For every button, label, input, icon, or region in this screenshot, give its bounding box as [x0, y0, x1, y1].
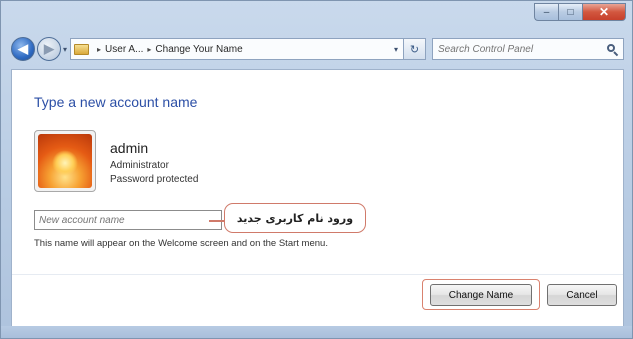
- control-panel-folder-icon: [74, 43, 90, 55]
- forward-button[interactable]: ▶: [37, 37, 61, 61]
- maximize-button[interactable]: □: [558, 3, 582, 21]
- search-box[interactable]: [432, 38, 624, 60]
- minimize-button[interactable]: –: [534, 3, 558, 21]
- caption-buttons: – □ ✕: [534, 3, 626, 25]
- window-bottom-border: [1, 326, 632, 338]
- back-arrow-icon: ◀: [18, 41, 28, 56]
- hint-text: This name will appear on the Welcome scr…: [34, 238, 328, 249]
- maximize-icon: □: [567, 6, 574, 18]
- user-role: Administrator: [110, 160, 169, 171]
- change-name-button[interactable]: Change Name: [430, 284, 532, 306]
- breadcrumb-user-accounts[interactable]: User A...: [105, 44, 143, 55]
- breadcrumb-separator[interactable]: ▸: [147, 45, 151, 54]
- divider: [12, 274, 623, 275]
- search-input[interactable]: [438, 43, 607, 55]
- close-icon: ✕: [598, 5, 610, 19]
- back-button[interactable]: ◀: [11, 37, 35, 61]
- window: – □ ✕ ◀ ▶ ▾ ▸ User A... ▸ Change Your Na…: [0, 0, 633, 339]
- user-password-status: Password protected: [110, 174, 199, 185]
- breadcrumb-separator[interactable]: ▸: [97, 45, 101, 54]
- breadcrumb-change-your-name[interactable]: Change Your Name: [155, 44, 242, 55]
- annotation-callout: ورود نام کاربری جدید: [224, 203, 366, 233]
- user-name: admin: [110, 140, 149, 156]
- address-bar[interactable]: ▸ User A... ▸ Change Your Name ▾: [70, 38, 405, 60]
- new-account-name-input[interactable]: [34, 210, 222, 230]
- address-dropdown[interactable]: ▾: [389, 45, 403, 54]
- recent-pages-dropdown[interactable]: ▾: [63, 45, 67, 54]
- address-row: ◀ ▶ ▾ ▸ User A... ▸ Change Your Name ▾ ↻: [11, 36, 624, 62]
- refresh-button[interactable]: ↻: [404, 38, 427, 60]
- content-pane: Type a new account name admin Administra…: [11, 69, 624, 327]
- close-button[interactable]: ✕: [582, 3, 626, 21]
- user-picture: [34, 130, 96, 192]
- refresh-icon: ↻: [409, 43, 420, 56]
- minimize-icon: –: [543, 6, 550, 18]
- forward-arrow-icon: ▶: [44, 41, 54, 56]
- callout-pointer: [209, 220, 225, 222]
- search-icon[interactable]: [607, 43, 619, 56]
- flower-avatar-icon: [38, 134, 92, 188]
- page-title: Type a new account name: [34, 94, 198, 110]
- cancel-button[interactable]: Cancel: [547, 284, 617, 306]
